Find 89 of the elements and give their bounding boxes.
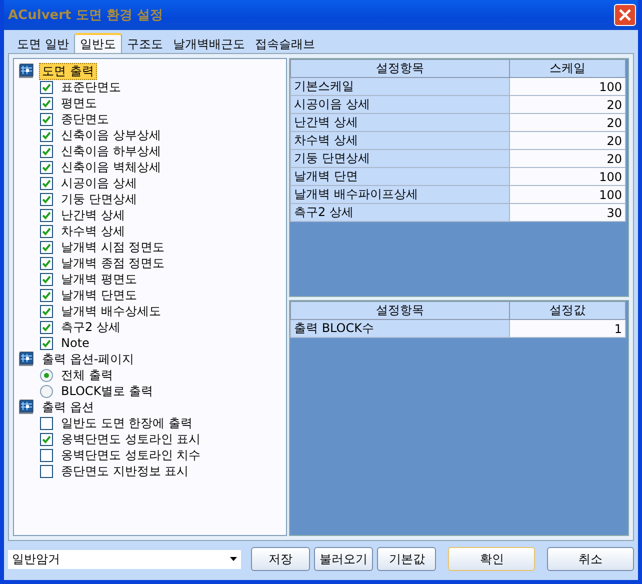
option-label: 난간벽 상세 xyxy=(61,206,125,224)
option-label: 날개벽 단면도 xyxy=(61,286,137,304)
checkbox[interactable] xyxy=(40,112,53,126)
column-header: 설정항목 xyxy=(290,60,510,78)
checkbox[interactable] xyxy=(40,448,53,462)
folder-grid-icon xyxy=(18,399,35,415)
tree-node[interactable]: 출력 옵션 xyxy=(39,398,97,416)
table-cell[interactable]: 100 xyxy=(510,186,626,204)
window-title: ACulvert 도면 환경 설정 xyxy=(8,7,163,24)
tab[interactable]: 구조도 xyxy=(122,36,168,53)
table-cell: 측구2 상세 xyxy=(290,204,510,222)
table-cell: 날개벽 단면 xyxy=(290,168,510,186)
table-cell: 난간벽 상세 xyxy=(290,114,510,132)
column-header: 설정값 xyxy=(510,302,626,320)
table-cell[interactable]: 1 xyxy=(510,320,626,338)
option-label: 표준단면도 xyxy=(61,78,121,96)
preset-dropdown[interactable]: 일반암거 xyxy=(8,550,241,568)
option-label: 측구2 상세 xyxy=(61,318,120,336)
checkbox[interactable] xyxy=(40,208,53,222)
dialog-button[interactable]: 기본값 xyxy=(377,547,436,571)
dialog-button[interactable]: 불러오기 xyxy=(314,547,374,571)
checkbox[interactable] xyxy=(40,176,53,190)
checkbox[interactable] xyxy=(40,192,53,206)
table-cell: 출력 BLOCK수 xyxy=(290,320,510,338)
option-label: 옹벽단면도 성토라인 표시 xyxy=(61,430,201,448)
radio-button[interactable] xyxy=(40,384,53,398)
option-label: BLOCK별로 출력 xyxy=(61,382,153,400)
checkbox[interactable] xyxy=(40,160,53,174)
checkbox[interactable] xyxy=(40,128,53,142)
tab[interactable]: 일반도 xyxy=(74,33,122,53)
option-label: 일반도 도면 한장에 출력 xyxy=(61,414,192,432)
checkbox[interactable] xyxy=(40,336,53,350)
dialog-button[interactable]: 저장 xyxy=(250,547,310,571)
column-header: 설정항목 xyxy=(290,302,510,320)
checkbox[interactable] xyxy=(40,80,53,94)
option-label: 신축이음 하부상세 xyxy=(61,142,161,160)
option-label: Note xyxy=(61,336,90,350)
table-cell: 기본스케일 xyxy=(290,78,510,96)
option-label: 신축이음 상부상세 xyxy=(61,126,161,144)
option-label: 날개벽 종점 정면도 xyxy=(61,254,165,272)
table-cell[interactable]: 100 xyxy=(510,168,626,186)
table-cell: 기둥 단면상세 xyxy=(290,150,510,168)
tab[interactable]: 접속슬래브 xyxy=(250,36,320,53)
table-cell[interactable]: 20 xyxy=(510,96,626,114)
checkbox[interactable] xyxy=(40,144,53,158)
checkbox[interactable] xyxy=(40,320,53,334)
column-header: 스케일 xyxy=(510,60,626,78)
option-label: 차수벽 상세 xyxy=(61,222,125,240)
option-label: 기둥 단면상세 xyxy=(61,190,137,208)
close-icon xyxy=(618,8,632,22)
table-cell[interactable]: 30 xyxy=(510,204,626,222)
table-cell[interactable]: 20 xyxy=(510,114,626,132)
close-button[interactable] xyxy=(614,4,636,26)
option-label: 시공이음 상세 xyxy=(61,174,137,192)
radio-button[interactable] xyxy=(40,368,53,382)
option-label: 평면도 xyxy=(61,94,97,112)
dialog-button[interactable]: 취소 xyxy=(547,547,634,571)
tree-node[interactable]: 도면 출력 xyxy=(39,62,97,80)
checkbox[interactable] xyxy=(40,240,53,254)
checkbox[interactable] xyxy=(40,464,53,478)
option-label: 전체 출력 xyxy=(61,366,113,384)
option-label: 날개벽 배수상세도 xyxy=(61,302,161,320)
table-cell[interactable]: 20 xyxy=(510,132,626,150)
table-cell: 날개벽 배수파이프상세 xyxy=(290,186,510,204)
table-cell[interactable]: 20 xyxy=(510,150,626,168)
tab[interactable]: 날개벽배근도 xyxy=(168,36,250,53)
checkbox[interactable] xyxy=(40,256,53,270)
option-label: 날개벽 시점 정면도 xyxy=(61,238,165,256)
option-label: 종단면도 xyxy=(61,110,109,128)
folder-grid-icon xyxy=(18,351,35,367)
checkbox[interactable] xyxy=(40,272,53,286)
table-cell: 차수벽 상세 xyxy=(290,132,510,150)
checkbox[interactable] xyxy=(40,224,53,238)
checkbox[interactable] xyxy=(40,432,53,446)
tree-node[interactable]: 출력 옵션-페이지 xyxy=(39,350,138,368)
option-label: 종단면도 지반정보 표시 xyxy=(61,462,189,480)
table-cell: 시공이음 상세 xyxy=(290,96,510,114)
checkbox[interactable] xyxy=(40,96,53,110)
checkbox[interactable] xyxy=(40,304,53,318)
table-cell[interactable]: 100 xyxy=(510,78,626,96)
folder-grid-icon xyxy=(18,63,35,79)
option-label: 옹벽단면도 성토라인 치수 xyxy=(61,446,201,464)
dialog-button[interactable]: 확인 xyxy=(448,547,536,571)
checkbox[interactable] xyxy=(40,288,53,302)
option-label: 날개벽 평면도 xyxy=(61,270,137,288)
checkbox[interactable] xyxy=(40,416,53,430)
option-label: 신축이음 벽체상세 xyxy=(61,158,161,176)
caret-icon xyxy=(230,557,237,561)
tab[interactable]: 도면 일반 xyxy=(12,36,74,53)
